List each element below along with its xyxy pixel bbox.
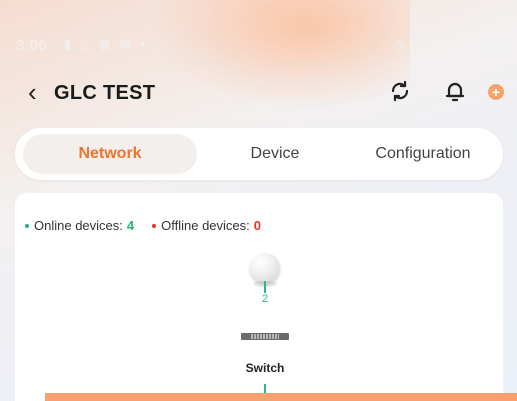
notification-icon: ⌂ bbox=[81, 37, 90, 52]
router-uplink-line bbox=[264, 281, 266, 293]
alarm-icon: ◷ bbox=[392, 37, 405, 52]
offline-dot-icon bbox=[152, 223, 157, 228]
tab-configuration[interactable]: Configuration bbox=[353, 128, 493, 180]
add-icon[interactable]: + bbox=[488, 84, 504, 100]
router-device-icon[interactable] bbox=[250, 253, 280, 283]
page-title: GLC TEST bbox=[54, 82, 156, 104]
router-link-count: 2 bbox=[261, 293, 269, 305]
app-header: ‹ GLC TEST + bbox=[0, 70, 517, 114]
back-chevron-icon[interactable]: ‹ bbox=[28, 79, 37, 105]
tab-network[interactable]: Network bbox=[23, 134, 197, 174]
online-dot-icon bbox=[25, 223, 29, 228]
signal-icon: ◢ bbox=[456, 37, 467, 52]
status-system-icons: ◷ ◈ ▼ ◢ 14% bbox=[393, 36, 505, 54]
bell-icon[interactable] bbox=[443, 79, 467, 103]
switch-ports-icon bbox=[251, 334, 279, 339]
mail-icon: ✉ bbox=[119, 37, 131, 52]
status-notification-icons: ▮ ⌂ ⊠ ✉ • bbox=[64, 36, 145, 54]
online-devices-legend: Online devices: 4 bbox=[25, 218, 134, 233]
status-time: 3:06 bbox=[16, 37, 48, 54]
offline-devices-legend: Offline devices: 0 bbox=[152, 218, 261, 233]
tab-bar: Network Device Configuration bbox=[15, 128, 503, 180]
offline-devices-count: 0 bbox=[253, 218, 261, 233]
online-devices-count: 4 bbox=[126, 218, 135, 233]
vibrate-icon: ◈ bbox=[414, 37, 425, 52]
tab-device[interactable]: Device bbox=[215, 128, 335, 180]
switch-label: Switch bbox=[245, 361, 285, 375]
more-dot-icon: • bbox=[140, 37, 146, 52]
bottom-accent-bar bbox=[45, 393, 517, 401]
online-devices-label: Online devices: bbox=[34, 218, 123, 233]
battery-saver-icon: ▮ bbox=[64, 37, 72, 52]
topology-card: Online devices: 4 Offline devices: 0 2 S… bbox=[15, 193, 503, 401]
offline-devices-label: Offline devices: bbox=[161, 218, 250, 233]
wifi-icon: ▼ bbox=[434, 37, 447, 52]
battery-level: 14% bbox=[476, 37, 505, 53]
refresh-icon[interactable] bbox=[388, 79, 412, 103]
device-status-legend: Online devices: 4 Offline devices: 0 bbox=[25, 218, 261, 233]
image-icon: ⊠ bbox=[99, 37, 110, 52]
